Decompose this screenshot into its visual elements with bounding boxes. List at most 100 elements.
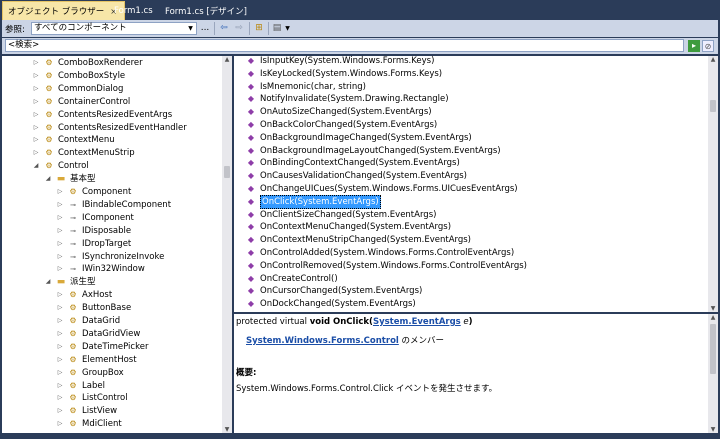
member-item[interactable]: ◆ OnClientSizeChanged(System.EventArgs) <box>246 209 437 221</box>
member-item[interactable]: ◆ OnBindingContextChanged(System.EventArg… <box>246 157 460 169</box>
tree-item[interactable]: ▷ ⚙ ListControl <box>56 392 128 404</box>
expand-icon[interactable]: ▷ <box>56 418 64 430</box>
members-scrollbar[interactable]: ▲ ▼ <box>708 56 718 312</box>
tree-scroll-thumb[interactable] <box>224 166 230 178</box>
collapse-icon[interactable]: ◢ <box>44 173 52 185</box>
expand-icon[interactable]: ▷ <box>56 392 64 404</box>
search-go-icon[interactable]: ▸ <box>688 40 700 52</box>
tree-item[interactable]: ▷ ⊸ IDropTarget <box>56 238 132 250</box>
tree-item[interactable]: ▷ ⚙ Component <box>56 186 132 198</box>
tree-item[interactable]: ▷ ⚙ Label <box>56 380 105 392</box>
expand-icon[interactable]: ▷ <box>56 405 64 417</box>
tree-item[interactable]: ◢ ▬ 派生型 <box>44 276 96 288</box>
expand-icon[interactable]: ▷ <box>32 109 40 121</box>
expand-icon[interactable]: ▷ <box>32 96 40 108</box>
member-item[interactable]: ◆ OnControlRemoved(System.Windows.Forms.C… <box>246 260 527 272</box>
scroll-up-icon[interactable]: ▲ <box>222 56 232 63</box>
scroll-up-icon[interactable]: ▲ <box>708 314 718 321</box>
settings-icon[interactable]: ▤ <box>271 22 283 35</box>
expand-icon[interactable]: ▷ <box>56 341 64 353</box>
forward-arrow-icon[interactable]: ⇨ <box>233 22 245 35</box>
tree-item[interactable]: ◢ ⚙ Control <box>32 160 89 172</box>
member-of-link[interactable]: System.Windows.Forms.Control <box>246 336 399 346</box>
member-item[interactable]: ◆ OnBackgroundImageLayoutChanged(System.E… <box>246 145 501 157</box>
tree-item[interactable]: ▷ ⊸ ISynchronizeInvoke <box>56 251 165 263</box>
expand-icon[interactable]: ▷ <box>56 212 64 224</box>
description-scroll-thumb[interactable] <box>710 324 716 374</box>
add-reference-icon[interactable]: ⊞ <box>253 22 265 35</box>
chevron-down-icon[interactable]: ▼ <box>186 24 195 33</box>
tree-item[interactable]: ▷ ⊸ IComponent <box>56 212 134 224</box>
tree-item[interactable]: ▷ ⚙ GroupBox <box>56 367 124 379</box>
member-item[interactable]: ◆ IsInputKey(System.Windows.Forms.Keys) <box>246 56 435 67</box>
member-item[interactable]: ◆ OnBackgroundImageChanged(System.EventAr… <box>246 132 472 144</box>
chevron-down-icon[interactable]: ▼ <box>284 22 291 35</box>
expand-icon[interactable]: ▷ <box>56 380 64 392</box>
expand-icon[interactable]: ▷ <box>56 186 64 198</box>
expand-icon[interactable]: ▷ <box>56 328 64 340</box>
tree-scrollbar[interactable]: ▲ ▼ <box>222 56 232 433</box>
member-item[interactable]: ◆ OnControlAdded(System.Windows.Forms.Con… <box>246 247 514 259</box>
scroll-down-icon[interactable]: ▼ <box>222 426 232 433</box>
tree-item[interactable]: ▷ ⊸ IBindableComponent <box>56 199 171 211</box>
members-scroll-thumb[interactable] <box>710 100 716 112</box>
expand-icon[interactable]: ▷ <box>56 225 64 237</box>
member-item[interactable]: ◆ OnDockChanged(System.EventArgs) <box>246 298 416 310</box>
tree-item[interactable]: ▷ ⚙ MdiClient <box>56 418 122 430</box>
expand-icon[interactable]: ▷ <box>32 70 40 82</box>
tree-item[interactable]: ▷ ⚙ ButtonBase <box>56 302 131 314</box>
expand-icon[interactable]: ▷ <box>56 315 64 327</box>
tree-item[interactable]: ▷ ⚙ ElementHost <box>56 354 137 366</box>
expand-icon[interactable]: ▷ <box>56 251 64 263</box>
member-item[interactable]: ◆ OnCreateControl() <box>246 273 338 285</box>
param-type-link[interactable]: System.EventArgs <box>373 317 461 327</box>
expand-icon[interactable]: ▷ <box>32 134 40 146</box>
tree-item[interactable]: ▷ ⚙ ContentsResizedEventHandler <box>32 122 187 134</box>
scroll-down-icon[interactable]: ▼ <box>708 426 718 433</box>
tree-item[interactable]: ▷ ⚙ ListView <box>56 405 117 417</box>
collapse-icon[interactable]: ◢ <box>32 160 40 172</box>
tree-item[interactable]: ▷ ⚙ ContextMenuStrip <box>32 147 135 159</box>
expand-icon[interactable]: ▷ <box>32 57 40 69</box>
tab-form1-design[interactable]: Form1.cs [デザイン] <box>160 1 250 20</box>
scroll-down-icon[interactable]: ▼ <box>708 305 718 312</box>
expand-icon[interactable]: ▷ <box>56 263 64 275</box>
description-scrollbar[interactable]: ▲ ▼ <box>708 314 718 433</box>
member-item[interactable]: ◆ OnChangeUICues(System.Windows.Forms.UIC… <box>246 183 518 195</box>
collapse-icon[interactable]: ◢ <box>44 276 52 288</box>
tree-item[interactable]: ▷ ⚙ DateTimePicker <box>56 341 149 353</box>
search-input[interactable]: <検索> <box>5 39 684 52</box>
expand-icon[interactable]: ▷ <box>32 122 40 134</box>
tree-item[interactable]: ▷ ⊸ IDisposable <box>56 225 131 237</box>
tree-item[interactable]: ▷ ⊸ IWin32Window <box>56 263 145 275</box>
expand-icon[interactable]: ▷ <box>56 367 64 379</box>
back-arrow-icon[interactable]: ⇦ <box>218 22 230 35</box>
edit-custom-set-button[interactable]: ... <box>200 22 210 35</box>
member-item[interactable]: ◆ OnBackColorChanged(System.EventArgs) <box>246 119 437 131</box>
expand-icon[interactable]: ▷ <box>32 83 40 95</box>
tree-item[interactable]: ▷ ⚙ ComboBoxStyle <box>32 70 125 82</box>
expand-icon[interactable]: ▷ <box>56 238 64 250</box>
member-item[interactable]: ◆ IsKeyLocked(System.Windows.Forms.Keys) <box>246 68 442 80</box>
expand-icon[interactable]: ▷ <box>56 289 64 301</box>
tree-item[interactable]: ▷ ⚙ ContainerControl <box>32 96 131 108</box>
scroll-up-icon[interactable]: ▲ <box>708 56 718 63</box>
expand-icon[interactable]: ▷ <box>56 354 64 366</box>
tree-item[interactable]: ▷ ⚙ CommonDialog <box>32 83 124 95</box>
expand-icon[interactable]: ▷ <box>56 199 64 211</box>
member-item[interactable]: ◆ OnCursorChanged(System.EventArgs) <box>246 285 422 297</box>
tree-item[interactable]: ▷ ⚙ AxHost <box>56 289 113 301</box>
member-item[interactable]: ◆ OnContextMenuChanged(System.EventArgs) <box>246 221 451 233</box>
member-item[interactable]: ◆ OnClick(System.EventArgs) <box>246 194 381 209</box>
tree-item[interactable]: ◢ ▬ 基本型 <box>44 173 96 185</box>
member-item[interactable]: ◆ OnContextMenuStripChanged(System.EventA… <box>246 234 471 246</box>
tree-item[interactable]: ▷ ⚙ ContextMenu <box>32 134 115 146</box>
member-item[interactable]: ◆ OnAutoSizeChanged(System.EventArgs) <box>246 106 432 118</box>
member-item[interactable]: ◆ NotifyInvalidate(System.Drawing.Rectang… <box>246 93 449 105</box>
tree-item[interactable]: ▷ ⚙ ContentsResizedEventArgs <box>32 109 173 121</box>
expand-icon[interactable]: ▷ <box>56 302 64 314</box>
tree-item[interactable]: ▷ ⚙ DataGridView <box>56 328 141 340</box>
clear-search-icon[interactable]: ⊘ <box>702 40 714 52</box>
tree-item[interactable]: ▷ ⚙ ComboBoxRenderer <box>32 57 143 69</box>
browse-scope-dropdown[interactable]: すべてのコンポーネント ▼ <box>31 22 197 35</box>
